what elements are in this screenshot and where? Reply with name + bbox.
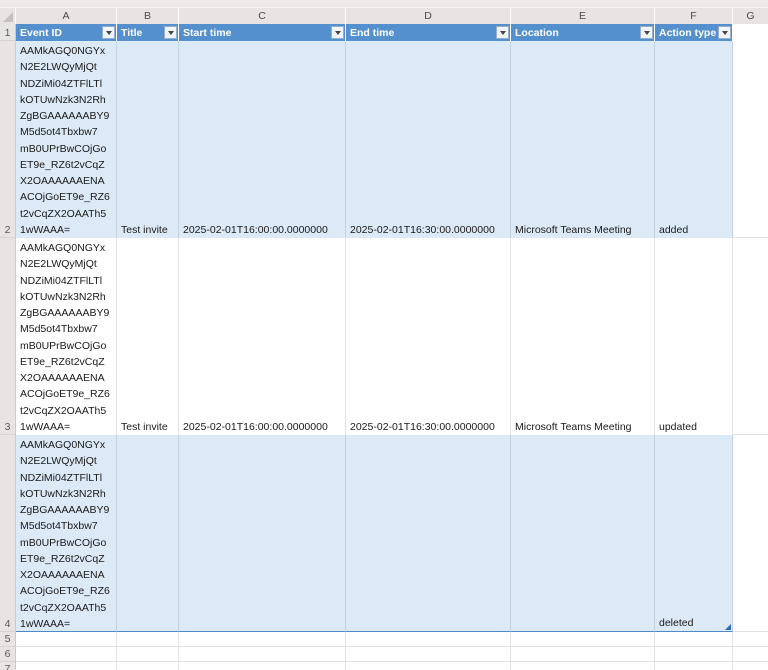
- empty-cell[interactable]: [346, 662, 511, 670]
- cell-start-time[interactable]: [179, 435, 346, 632]
- empty-cell[interactable]: [179, 662, 346, 670]
- table-row: AAMkAGQ0NGYx N2E2LWQyMjQt NDZiMi04ZTFlLT…: [16, 41, 768, 238]
- select-all-triangle-icon: [3, 12, 13, 22]
- row-number-3[interactable]: 3: [0, 238, 15, 435]
- header-label: Title: [121, 26, 143, 39]
- table-header-row: Event ID Title Start time End time Locat…: [16, 24, 768, 41]
- column-letter-e[interactable]: E: [511, 8, 655, 24]
- cell-g1[interactable]: [733, 24, 768, 41]
- empty-grid-row: [16, 647, 768, 662]
- chevron-down-icon: [334, 30, 341, 35]
- header-start-time[interactable]: Start time: [179, 24, 346, 41]
- header-end-time[interactable]: End time: [346, 24, 511, 41]
- column-header-row: A B C D E F G: [0, 8, 768, 24]
- chevron-down-icon: [167, 30, 174, 35]
- empty-cell[interactable]: [179, 632, 346, 647]
- empty-cell[interactable]: [511, 632, 655, 647]
- chevron-down-icon: [105, 30, 112, 35]
- header-event-id[interactable]: Event ID: [16, 24, 117, 41]
- cell-start-time[interactable]: 2025-02-01T16:00:00.0000000: [179, 41, 346, 238]
- row-number-2[interactable]: 2: [0, 41, 15, 238]
- empty-cell[interactable]: [733, 662, 768, 670]
- empty-cell[interactable]: [16, 647, 117, 662]
- row-number-gutter: 1 2 3 4 5 6 7: [0, 24, 16, 670]
- empty-cell[interactable]: [179, 647, 346, 662]
- cell-event-id[interactable]: AAMkAGQ0NGYx N2E2LWQyMjQt NDZiMi04ZTFlLT…: [16, 435, 117, 632]
- column-letter-a[interactable]: A: [16, 8, 117, 24]
- cell-outside-table[interactable]: [733, 435, 768, 632]
- row-number-4[interactable]: 4: [0, 435, 15, 632]
- cell-title[interactable]: [117, 435, 179, 632]
- cell-action-type[interactable]: deleted: [655, 435, 733, 632]
- column-letter-g[interactable]: G: [733, 8, 768, 24]
- table-resize-handle[interactable]: [725, 624, 731, 630]
- empty-cell[interactable]: [655, 662, 733, 670]
- empty-cell[interactable]: [511, 662, 655, 670]
- filter-dropdown-button[interactable]: [718, 26, 731, 39]
- cell-title[interactable]: Test invite: [117, 41, 179, 238]
- empty-grid-row: [16, 662, 768, 670]
- empty-cell[interactable]: [733, 647, 768, 662]
- chevron-down-icon: [643, 30, 650, 35]
- filter-dropdown-button[interactable]: [496, 26, 509, 39]
- chevron-down-icon: [721, 30, 728, 35]
- column-letter-f[interactable]: F: [655, 8, 733, 24]
- row-number-1[interactable]: 1: [0, 24, 15, 41]
- column-letter-c[interactable]: C: [179, 8, 346, 24]
- header-title[interactable]: Title: [117, 24, 179, 41]
- cell-value: deleted: [659, 617, 694, 629]
- cell-outside-table[interactable]: [733, 238, 768, 435]
- header-label: Event ID: [20, 26, 63, 39]
- cell-end-time[interactable]: 2025-02-01T16:30:00.0000000: [346, 238, 511, 435]
- header-label: End time: [350, 26, 395, 39]
- empty-grid-row: [16, 632, 768, 647]
- chevron-down-icon: [499, 30, 506, 35]
- grid-cells: Event ID Title Start time End time Locat…: [16, 24, 768, 670]
- cell-event-id[interactable]: AAMkAGQ0NGYx N2E2LWQyMjQt NDZiMi04ZTFlLT…: [16, 41, 117, 238]
- row-number-6[interactable]: 6: [0, 647, 15, 662]
- row-number-5[interactable]: 5: [0, 632, 15, 647]
- spreadsheet-app: A B C D E F G 1 2 3 4 5 6 7 Event ID Tit…: [0, 0, 768, 670]
- header-location[interactable]: Location: [511, 24, 655, 41]
- cell-action-type[interactable]: updated: [655, 238, 733, 435]
- cell-end-time[interactable]: 2025-02-01T16:30:00.0000000: [346, 41, 511, 238]
- sheet-body: 1 2 3 4 5 6 7 Event ID Title Start time: [0, 24, 768, 670]
- empty-cell[interactable]: [346, 632, 511, 647]
- cell-outside-table[interactable]: [733, 41, 768, 238]
- cell-start-time[interactable]: 2025-02-01T16:00:00.0000000: [179, 238, 346, 435]
- cell-event-id[interactable]: AAMkAGQ0NGYx N2E2LWQyMjQt NDZiMi04ZTFlLT…: [16, 238, 117, 435]
- empty-cell[interactable]: [16, 662, 117, 670]
- header-action-type[interactable]: Action type: [655, 24, 733, 41]
- cell-location[interactable]: Microsoft Teams Meeting: [511, 41, 655, 238]
- select-all-corner[interactable]: [0, 8, 16, 24]
- filter-dropdown-button[interactable]: [164, 26, 177, 39]
- header-label: Start time: [183, 26, 232, 39]
- cell-location[interactable]: [511, 435, 655, 632]
- table-row: AAMkAGQ0NGYx N2E2LWQyMjQt NDZiMi04ZTFlLT…: [16, 238, 768, 435]
- empty-cell[interactable]: [16, 632, 117, 647]
- filter-dropdown-button[interactable]: [102, 26, 115, 39]
- cell-end-time[interactable]: [346, 435, 511, 632]
- table-row: AAMkAGQ0NGYx N2E2LWQyMjQt NDZiMi04ZTFlLT…: [16, 435, 768, 632]
- cell-title[interactable]: Test invite: [117, 238, 179, 435]
- column-letter-d[interactable]: D: [346, 8, 511, 24]
- column-letter-b[interactable]: B: [117, 8, 179, 24]
- cell-location[interactable]: Microsoft Teams Meeting: [511, 238, 655, 435]
- empty-cell[interactable]: [733, 632, 768, 647]
- ribbon-bottom-edge: [0, 0, 768, 8]
- header-label: Action type: [659, 26, 717, 39]
- filter-dropdown-button[interactable]: [640, 26, 653, 39]
- empty-cell[interactable]: [655, 632, 733, 647]
- row-number-7[interactable]: 7: [0, 662, 15, 670]
- filter-dropdown-button[interactable]: [331, 26, 344, 39]
- empty-cell[interactable]: [511, 647, 655, 662]
- empty-cell[interactable]: [117, 662, 179, 670]
- empty-cell[interactable]: [117, 647, 179, 662]
- empty-cell[interactable]: [346, 647, 511, 662]
- empty-cell[interactable]: [655, 647, 733, 662]
- cell-action-type[interactable]: added: [655, 41, 733, 238]
- header-label: Location: [515, 26, 559, 39]
- empty-cell[interactable]: [117, 632, 179, 647]
